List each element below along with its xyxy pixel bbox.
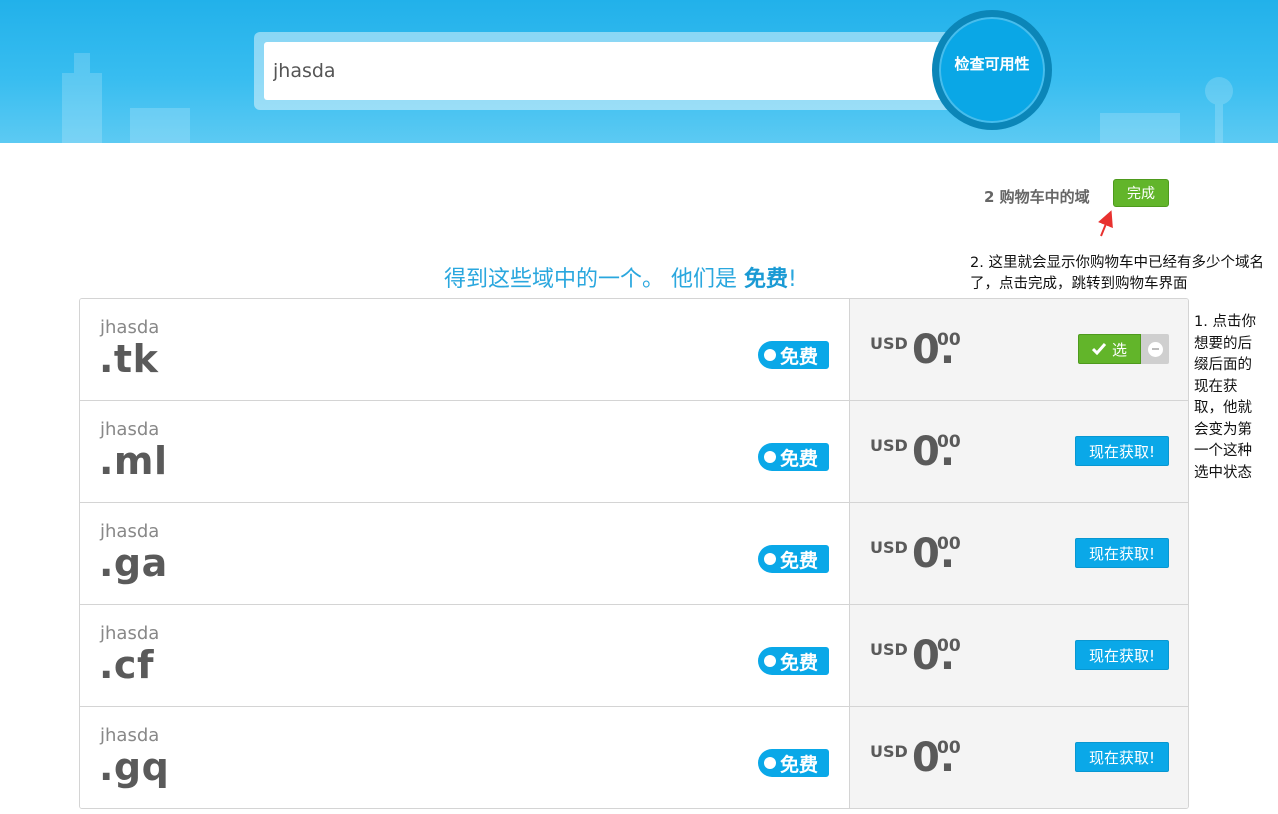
free-badge: 免费 (758, 749, 829, 777)
heading-free-word: 免费 (744, 267, 789, 292)
price-currency: USD (870, 538, 908, 557)
get-now-button[interactable]: 现在获取! (1075, 538, 1169, 568)
annotation-select: 1. 点击你想要的后缀后面的现在获取，他就会变为第一个这种选中状态 (1194, 314, 1256, 481)
domain-tld: .tk (99, 337, 159, 381)
get-now-button[interactable]: 现在获取! (1075, 742, 1169, 772)
get-now-button[interactable]: 现在获取! (1075, 436, 1169, 466)
free-domains-heading: 得到这些域中的一个。 他们是 免费! (444, 261, 797, 293)
heading-prefix: 得到这些域中的一个。 他们是 (444, 267, 744, 292)
domain-name-cell: jhasda .tk 免费 (80, 299, 849, 400)
price-decimal: 00 (937, 738, 961, 758)
domain-search-input[interactable] (264, 42, 954, 100)
price-decimal: 00 (937, 432, 961, 452)
free-badge: 免费 (758, 545, 829, 573)
search-header: 检查可用性 (0, 0, 1278, 143)
domain-sld: jhasda (100, 521, 160, 542)
heading-suffix: ! (788, 267, 797, 292)
remove-button[interactable] (1141, 334, 1169, 364)
free-badge: 免费 (758, 443, 829, 471)
domain-row-ga: jhasda .ga 免费 USD 0. 00 现在获取! (80, 503, 1188, 605)
price-decimal: 00 (937, 330, 961, 350)
badge-dot-icon (764, 349, 776, 361)
badge-dot-icon (764, 451, 776, 463)
free-badge: 免费 (758, 647, 829, 675)
domain-table: jhasda .tk 免费 USD 0. 00 选 jhasda .ml 免费 (79, 298, 1189, 809)
domain-sld: jhasda (100, 419, 160, 440)
domain-row-gq: jhasda .gq 免费 USD 0. 00 现在获取! (80, 707, 1188, 808)
domain-sld: jhasda (100, 623, 160, 644)
badge-dot-icon (764, 655, 776, 667)
check-availability-button[interactable]: 检查可用性 (932, 10, 1052, 130)
free-badge-label: 免费 (780, 549, 819, 572)
domain-tld: .cf (99, 643, 154, 687)
domain-name-cell: jhasda .cf 免费 (80, 605, 849, 706)
domain-price-cell: USD 0. 00 现在获取! (849, 503, 1188, 604)
cart-count-text: 2 购物车中的域 (984, 188, 1090, 206)
price-currency: USD (870, 436, 908, 455)
domain-name-cell: jhasda .ml 免费 (80, 401, 849, 502)
price-currency: USD (870, 640, 908, 659)
check-icon (1091, 343, 1106, 355)
free-badge-label: 免费 (780, 651, 819, 674)
free-badge-label: 免费 (780, 345, 819, 368)
free-badge-label: 免费 (780, 447, 819, 470)
free-badge-label: 免费 (780, 753, 819, 776)
price-decimal: 00 (937, 636, 961, 656)
badge-dot-icon (764, 757, 776, 769)
price-decimal: 00 (937, 534, 961, 554)
domain-name-cell: jhasda .ga 免费 (80, 503, 849, 604)
selected-toggle: 选 (1078, 334, 1169, 364)
done-button[interactable]: 完成 (1113, 179, 1169, 207)
domain-row-ml: jhasda .ml 免费 USD 0. 00 现在获取! (80, 401, 1188, 503)
selected-button[interactable]: 选 (1078, 334, 1141, 364)
domain-price-cell: USD 0. 00 现在获取! (849, 707, 1188, 808)
domain-tld: .gq (99, 745, 170, 789)
domain-name-cell: jhasda .gq 免费 (80, 707, 849, 808)
domain-price-cell: USD 0. 00 现在获取! (849, 401, 1188, 502)
domain-tld: .ga (99, 541, 168, 585)
get-now-button[interactable]: 现在获取! (1075, 640, 1169, 670)
arrow-to-done-button (1098, 210, 1113, 237)
domain-tld: .ml (99, 439, 168, 483)
annotation-cart: 2. 这里就会显示你购物车中已经有多少个域名了，点击完成，跳转到购物车界面 (970, 255, 1264, 292)
domain-sld: jhasda (100, 725, 160, 746)
price-currency: USD (870, 742, 908, 761)
domain-price-cell: USD 0. 00 现在获取! (849, 605, 1188, 706)
badge-dot-icon (764, 553, 776, 565)
selected-label: 选 (1111, 340, 1127, 359)
free-badge: 免费 (758, 341, 829, 369)
domain-row-tk: jhasda .tk 免费 USD 0. 00 选 (80, 299, 1188, 401)
domain-price-cell: USD 0. 00 选 (849, 299, 1188, 400)
domain-row-cf: jhasda .cf 免费 USD 0. 00 现在获取! (80, 605, 1188, 707)
price-currency: USD (870, 334, 908, 353)
domain-sld: jhasda (100, 317, 160, 338)
minus-circle-icon (1147, 341, 1163, 357)
